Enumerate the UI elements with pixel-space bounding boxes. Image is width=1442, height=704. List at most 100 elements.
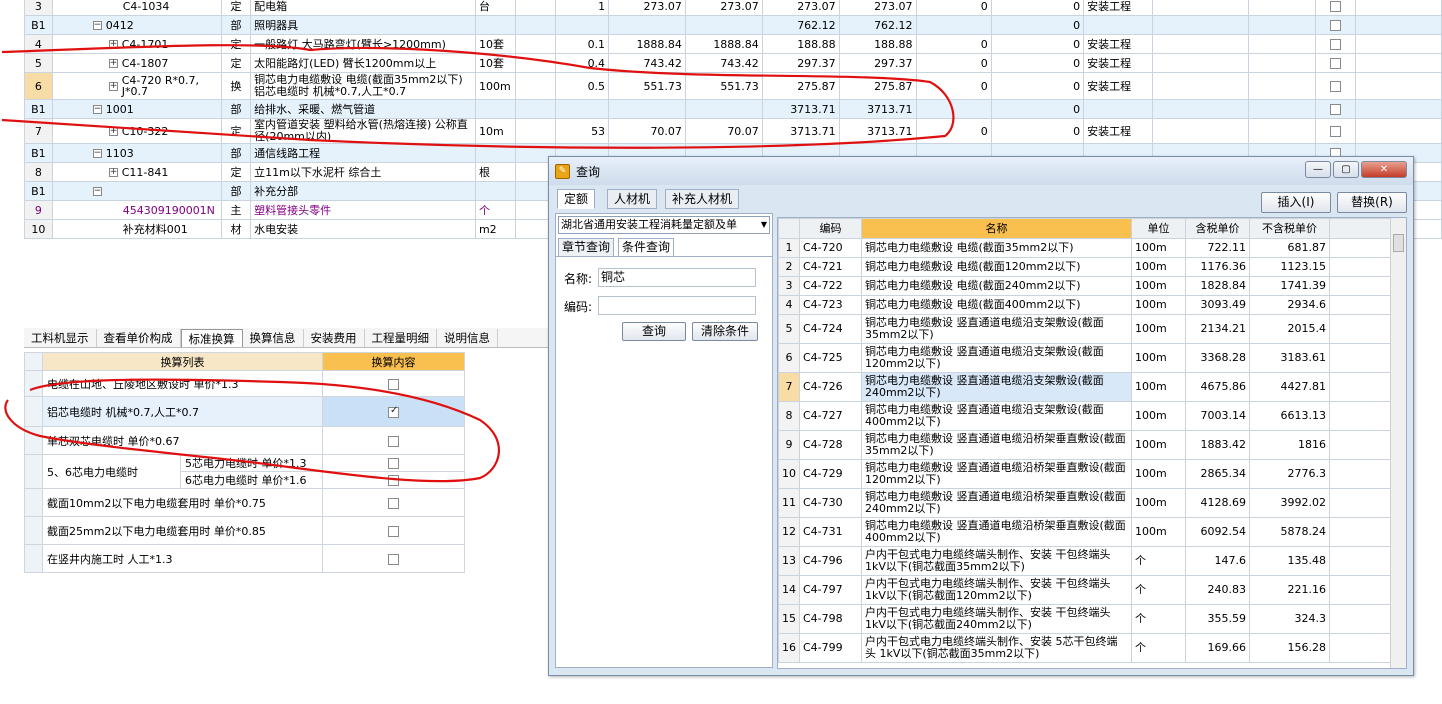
conversion-checkbox[interactable]	[388, 497, 399, 509]
result-cell-p2[interactable]: 324.3	[1249, 604, 1330, 634]
result-row[interactable]: 4 C4-723 铜芯电力电缆敷设 电缆(截面400mm2以下) 100m 3093.4…	[778, 295, 1392, 315]
cell-blank[interactable]	[514, 53, 557, 73]
cell-z1[interactable]	[915, 99, 992, 119]
result-cell-unit[interactable]: 个	[1131, 575, 1186, 605]
expand-icon[interactable]: +	[108, 127, 118, 136]
result-cell-p1[interactable]: 3368.28	[1185, 343, 1250, 373]
cell-rn[interactable]: 9	[24, 200, 53, 220]
cell-qty[interactable]	[555, 99, 610, 119]
result-cell-name[interactable]: 铜芯电力电缆敷设 电缆(截面400mm2以下)	[861, 295, 1132, 315]
result-cell-p2[interactable]: 3992.02	[1249, 488, 1330, 518]
result-row[interactable]: 1 C4-720 铜芯电力电缆敷设 电缆(截面35mm2以下) 100m 722.11 6…	[778, 238, 1392, 258]
result-cell-name[interactable]: 铜芯电力电缆敷设 竖直通道电缆沿支架敷设(截面120mm2以下)	[861, 343, 1132, 373]
cell-p2[interactable]: 70.07	[684, 118, 763, 144]
row-checkbox[interactable]	[1329, 104, 1341, 115]
cell-code[interactable]: + C11-841	[51, 162, 222, 182]
result-scrollbar[interactable]	[1390, 218, 1406, 668]
conversion-value[interactable]	[322, 454, 465, 472]
cell-b2[interactable]	[1152, 0, 1250, 16]
result-cell-code[interactable]: C4-727	[799, 401, 862, 431]
result-cell-unit[interactable]: 100m	[1131, 238, 1186, 258]
expand-icon[interactable]: +	[108, 59, 118, 68]
result-cell-code[interactable]: C4-731	[799, 517, 862, 547]
cell-code[interactable]: −1103	[51, 143, 222, 163]
cell-qty[interactable]: 1	[555, 0, 610, 16]
table-row[interactable]: 4 + C4-1701 定一般路灯 大马路弯灯(臂长>1200mm) 10套 0.1 188…	[24, 34, 1442, 54]
result-cell-unit[interactable]: 100m	[1131, 295, 1186, 315]
cell-z2[interactable]: 0	[990, 0, 1085, 16]
result-row[interactable]: 12 C4-731 铜芯电力电缆敷设 竖直通道电缆沿桥架垂直敷设(截面400mm2以…	[778, 517, 1392, 547]
result-cell-p2[interactable]: 2015.4	[1249, 314, 1330, 344]
cell-p2[interactable]: 551.73	[684, 72, 763, 100]
result-cell-code[interactable]: C4-796	[799, 546, 862, 576]
cell-rn[interactable]: B1	[24, 99, 53, 119]
result-cell-p2[interactable]: 1123.15	[1249, 257, 1330, 277]
result-cell-unit[interactable]: 100m	[1131, 488, 1186, 518]
tab-4[interactable]: 安装费用	[304, 328, 365, 347]
result-cell-unit[interactable]: 100m	[1131, 372, 1186, 402]
result-cell-name[interactable]: 铜芯电力电缆敷设 竖直通道电缆沿支架敷设(截面400mm2以下)	[861, 401, 1132, 431]
clear-conditions-button[interactable]: 清除条件	[692, 322, 758, 341]
cell-b3[interactable]	[1248, 53, 1317, 73]
result-cell-p2[interactable]: 4427.81	[1249, 372, 1330, 402]
cell-type[interactable]: 定	[220, 34, 252, 54]
cell-type[interactable]: 材	[220, 219, 252, 239]
table-row[interactable]: 5 + C4-1807 定太阳能路灯(LED) 臂长1200mm以上 10套 0.4 743…	[24, 53, 1442, 73]
cell-p1[interactable]	[608, 15, 686, 35]
cell-qty[interactable]: 0.4	[555, 53, 610, 73]
result-cell-p1[interactable]: 1176.36	[1185, 257, 1250, 277]
cell-code[interactable]: + C4-720 R*0.7, J*0.7	[51, 72, 222, 100]
cell-blank[interactable]	[514, 34, 557, 54]
result-cell-name[interactable]: 户内干包式电力电缆终端头制作、安装 5芯干包终端头 1kV以下(铜芯截面35mm…	[861, 633, 1132, 663]
replace-button[interactable]: 替换(R)	[1337, 192, 1407, 213]
conversion-checkbox[interactable]	[388, 458, 399, 469]
result-cell-unit[interactable]: 个	[1131, 546, 1186, 576]
result-cell-p1[interactable]: 2865.34	[1185, 459, 1250, 489]
tab-chapter-query[interactable]: 章节查询	[558, 238, 615, 257]
cell-type[interactable]: 部	[220, 143, 252, 163]
cell-p1[interactable]	[608, 99, 686, 119]
result-cell-p2[interactable]: 135.48	[1249, 546, 1330, 576]
cell-b3[interactable]	[1248, 0, 1317, 16]
cell-blank[interactable]	[514, 15, 557, 35]
cell-unit[interactable]: 个	[474, 200, 516, 220]
cell-b3[interactable]	[1248, 34, 1317, 54]
cell-z1[interactable]: 0	[915, 34, 992, 54]
cell-p1[interactable]: 70.07	[608, 118, 686, 144]
result-cell-p1[interactable]: 1828.84	[1185, 276, 1250, 296]
cell-cat[interactable]: 安装工程	[1083, 118, 1154, 144]
cell-z1[interactable]: 0	[915, 0, 992, 16]
result-cell-p2[interactable]: 681.87	[1249, 238, 1330, 258]
table-row[interactable]: 3 C4-1034 定配电箱台 1 273.07 273.07 273.07 273.07 0 0…	[24, 0, 1442, 16]
cell-name[interactable]: 一般路灯 大马路弯灯(臂长>1200mm)	[250, 34, 476, 54]
cell-chk[interactable]	[1315, 72, 1356, 100]
cell-unit[interactable]: 台	[474, 0, 516, 16]
table-row[interactable]: B1−0412 部照明器具 762.12 762.12 0	[24, 15, 1442, 35]
cell-b4[interactable]	[1354, 53, 1442, 73]
cell-chk[interactable]	[1315, 15, 1356, 35]
result-cell-i[interactable]: 15	[778, 604, 800, 634]
collapse-icon[interactable]: −	[92, 21, 102, 30]
result-cell-code[interactable]: C4-720	[799, 238, 862, 258]
result-cell-name[interactable]: 户内干包式电力电缆终端头制作、安装 干包终端头 1kV以下(铜芯截面35mm2以…	[861, 546, 1132, 576]
cell-p3[interactable]: 297.37	[761, 53, 840, 73]
result-cell-i[interactable]: 6	[778, 343, 800, 373]
cell-b4[interactable]	[1354, 0, 1442, 16]
cell-type[interactable]: 部	[220, 181, 252, 201]
cell-qty[interactable]: 53	[555, 118, 610, 144]
result-cell-p1[interactable]: 147.6	[1185, 546, 1250, 576]
cell-name[interactable]: 补充分部	[250, 181, 476, 201]
result-cell-i[interactable]: 14	[778, 575, 800, 605]
conversion-checkbox[interactable]	[388, 435, 399, 447]
result-cell-name[interactable]: 铜芯电力电缆敷设 竖直通道电缆沿桥架垂直敷设(截面240mm2以下)	[861, 488, 1132, 518]
cell-p3[interactable]: 3713.71	[761, 99, 840, 119]
header-col-0[interactable]: 编码	[799, 218, 862, 239]
cell-cat[interactable]: 安装工程	[1083, 0, 1154, 16]
cell-p1[interactable]: 1888.84	[608, 34, 686, 54]
cell-rn[interactable]: 7	[24, 118, 53, 144]
cell-cat[interactable]	[1083, 15, 1154, 35]
cell-type[interactable]: 主	[220, 200, 252, 220]
result-cell-p1[interactable]: 1883.42	[1185, 430, 1250, 460]
conversion-row[interactable]: 单芯双芯电缆时 单价*0.67	[24, 426, 465, 455]
conversion-row[interactable]: 铝芯电缆时 机械*0.7,人工*0.7	[24, 396, 465, 427]
